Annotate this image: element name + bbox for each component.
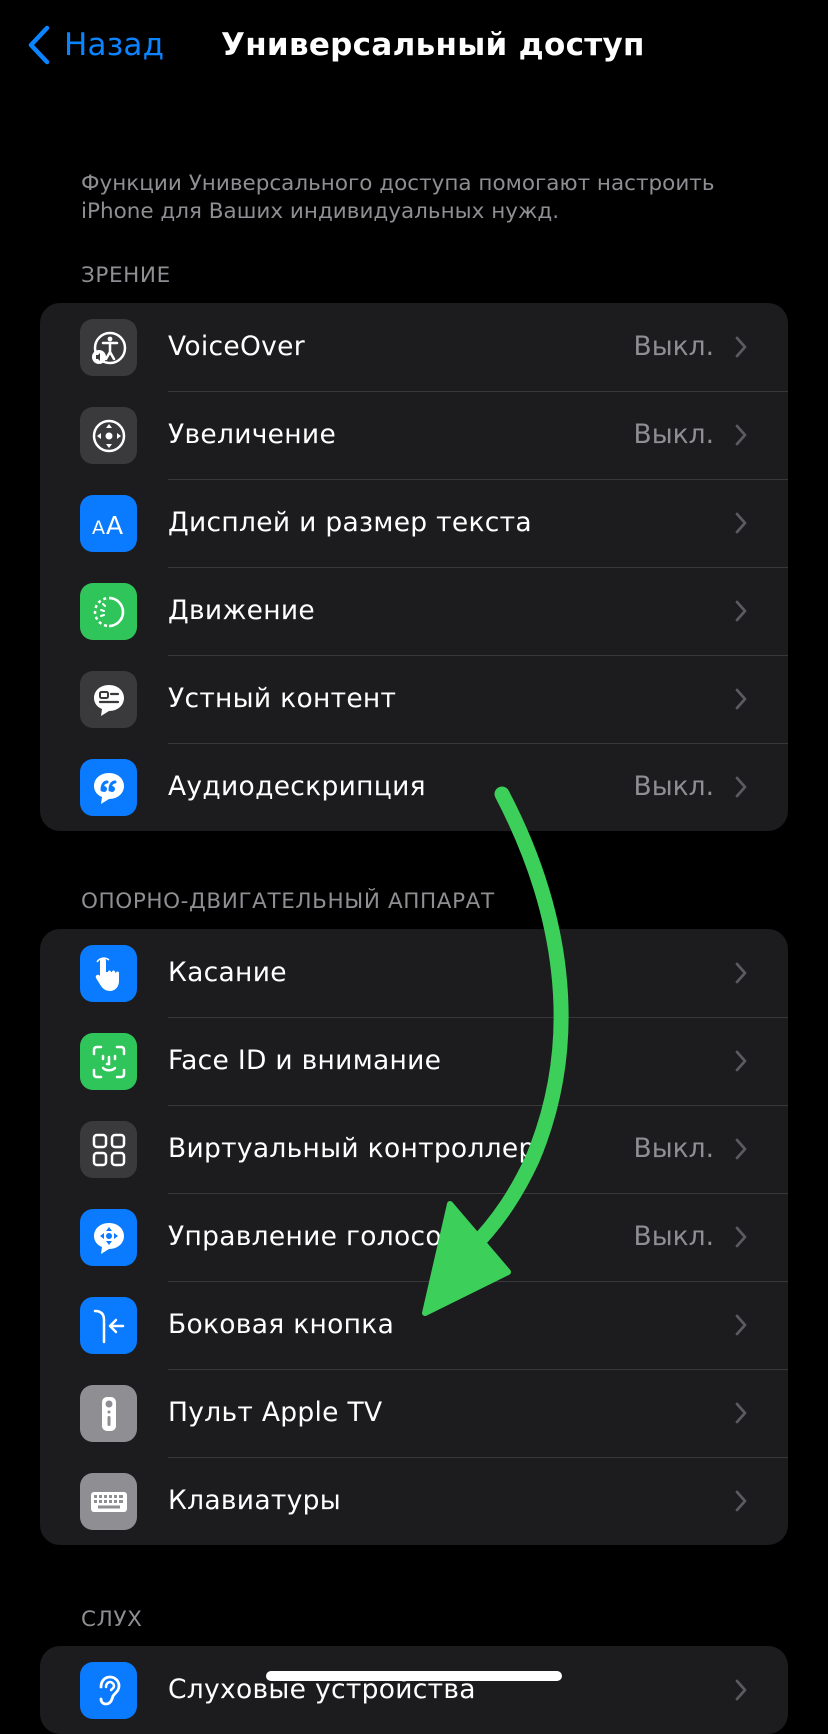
voiceover-icon [80, 319, 137, 376]
intro-text: Функции Универсального доступа помогают … [81, 171, 715, 224]
row-value: Выкл. [633, 419, 714, 450]
section-header-motor: ОПОРНО-ДВИГАТЕЛЬНЫЙ АППАРАТ [81, 889, 495, 914]
row-label: Увеличение [168, 419, 337, 450]
row-voice-control[interactable]: Управление голосом Выкл. [40, 1193, 788, 1281]
row-label: Аудиодескрипция [168, 771, 426, 802]
zoom-icon [80, 407, 137, 464]
motor-group: Касание Face ID и внимание Виртуальный к… [40, 929, 788, 1545]
hearing-devices-icon [80, 1662, 137, 1719]
chevron-right-icon [735, 776, 747, 798]
side-button-icon [80, 1297, 137, 1354]
chevron-right-icon [735, 1490, 747, 1512]
row-apple-tv-remote[interactable]: Пульт Apple TV [40, 1369, 788, 1457]
row-value: Выкл. [633, 1133, 714, 1164]
chevron-right-icon [735, 1679, 747, 1701]
row-switch-control[interactable]: Виртуальный контроллер Выкл. [40, 1105, 788, 1193]
spoken-content-icon [80, 671, 137, 728]
back-button[interactable]: Назад [26, 22, 164, 68]
row-hearing-devices[interactable]: Слуховые устройства [40, 1646, 788, 1734]
chevron-right-icon [735, 1314, 747, 1336]
row-audio-description[interactable]: Аудиодескрипция Выкл. [40, 743, 788, 831]
navigation-bar: Назад Универсальный доступ [0, 0, 828, 92]
row-label: Слуховые устройства [168, 1674, 476, 1705]
chevron-right-icon [735, 600, 747, 622]
face-id-icon [80, 1033, 137, 1090]
audio-description-icon [80, 759, 137, 816]
chevron-right-icon [735, 1402, 747, 1424]
chevron-right-icon [735, 1050, 747, 1072]
chevron-right-icon [735, 962, 747, 984]
row-keyboards[interactable]: Клавиатуры [40, 1457, 788, 1545]
hearing-group: Слуховые устройства [40, 1646, 788, 1734]
page-title: Универсальный доступ [221, 27, 645, 63]
row-zoom[interactable]: Увеличение Выкл. [40, 391, 788, 479]
row-touch[interactable]: Касание [40, 929, 788, 1017]
chevron-left-icon [28, 25, 50, 65]
svg-text:A: A [92, 517, 105, 539]
back-label: Назад [64, 27, 165, 63]
row-label: Пульт Apple TV [168, 1397, 383, 1428]
row-spoken-content[interactable]: Устный контент [40, 655, 788, 743]
vision-group: VoiceOver Выкл. Увеличение Выкл. AA Дисп… [40, 303, 788, 831]
row-label: Дисплей и размер текста [168, 507, 532, 538]
row-label: Виртуальный контроллер [168, 1133, 536, 1164]
row-value: Выкл. [633, 1221, 714, 1252]
section-header-hearing: СЛУХ [81, 1607, 143, 1632]
section-header-vision: ЗРЕНИЕ [81, 263, 171, 288]
chevron-right-icon [735, 1226, 747, 1248]
motion-icon [80, 583, 137, 640]
row-label: Движение [168, 595, 315, 626]
row-value: Выкл. [633, 331, 714, 362]
switch-control-icon [80, 1121, 137, 1178]
row-value: Выкл. [633, 771, 714, 802]
row-label: VoiceOver [168, 331, 305, 362]
row-face-id[interactable]: Face ID и внимание [40, 1017, 788, 1105]
row-motion[interactable]: Движение [40, 567, 788, 655]
chevron-right-icon [735, 424, 747, 446]
row-display-text-size[interactable]: AA Дисплей и размер текста [40, 479, 788, 567]
home-indicator [266, 1671, 562, 1681]
chevron-right-icon [735, 512, 747, 534]
chevron-right-icon [735, 1138, 747, 1160]
text-size-icon: AA [80, 495, 137, 552]
svg-text:A: A [106, 511, 123, 540]
row-label: Управление голосом [168, 1221, 463, 1252]
row-label: Касание [168, 957, 287, 988]
apple-tv-remote-icon [80, 1385, 137, 1442]
chevron-right-icon [735, 336, 747, 358]
row-voiceover[interactable]: VoiceOver Выкл. [40, 303, 788, 391]
row-label: Боковая кнопка [168, 1309, 395, 1340]
row-label: Face ID и внимание [168, 1045, 442, 1076]
row-side-button[interactable]: Боковая кнопка [40, 1281, 788, 1369]
row-label: Устный контент [168, 683, 397, 714]
keyboard-icon [80, 1473, 137, 1530]
touch-hand-icon [80, 945, 137, 1002]
row-label: Клавиатуры [168, 1485, 341, 1516]
voice-control-icon [80, 1209, 137, 1266]
chevron-right-icon [735, 688, 747, 710]
